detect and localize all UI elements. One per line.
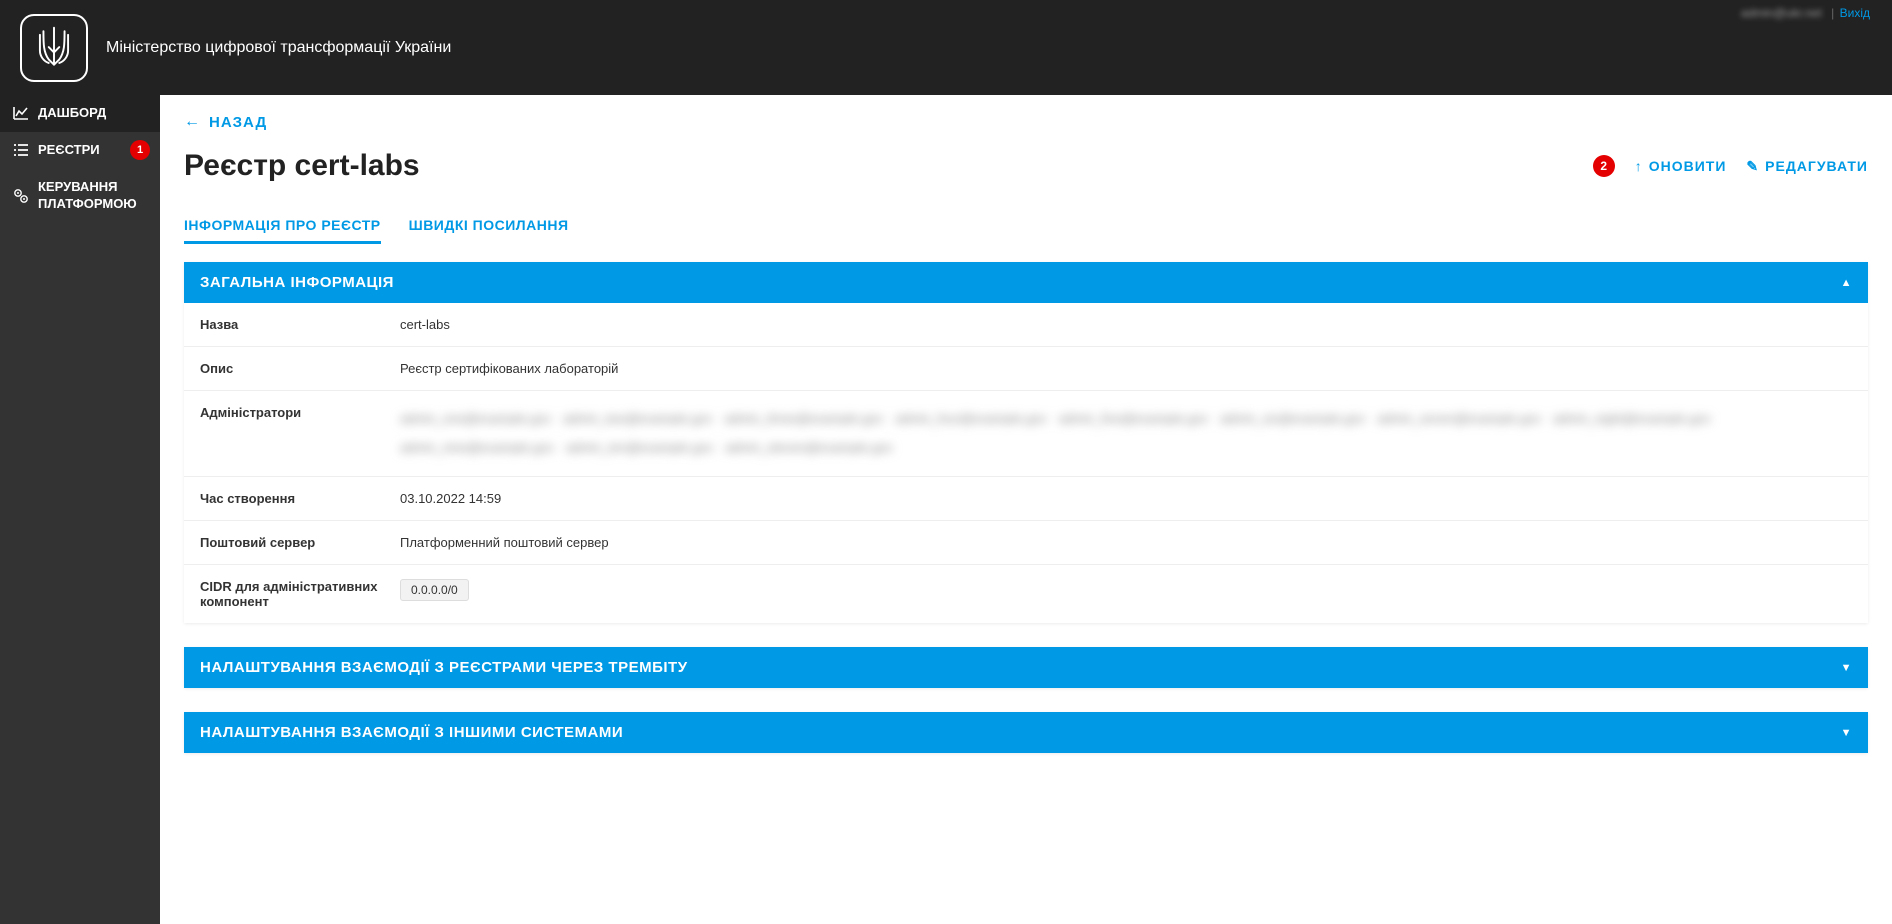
info-label: Поштовий сервер bbox=[200, 535, 400, 550]
info-label: Адміністратори bbox=[200, 405, 400, 462]
info-value: Реєстр сертифікованих лабораторій bbox=[400, 361, 1852, 376]
chart-icon bbox=[12, 106, 30, 120]
trident-icon bbox=[36, 26, 72, 70]
info-row-name: Назва cert-labs bbox=[184, 303, 1868, 347]
arrow-left-icon: ← bbox=[184, 113, 201, 131]
cidr-chip: 0.0.0.0/0 bbox=[400, 579, 469, 601]
info-value: cert-labs bbox=[400, 317, 1852, 332]
marker-2: 2 bbox=[1593, 155, 1615, 177]
sidebar-item-registries[interactable]: РЕЄСТРИ 1 bbox=[0, 132, 160, 169]
page-title: Реєстр cert-labs bbox=[184, 149, 420, 183]
tab-info[interactable]: ІНФОРМАЦІЯ ПРО РЕЄСТР bbox=[184, 209, 381, 244]
info-label: Час створення bbox=[200, 491, 400, 506]
edit-label: РЕДАГУВАТИ bbox=[1765, 158, 1868, 174]
info-row-mail: Поштовий сервер Платформенний поштовий с… bbox=[184, 521, 1868, 565]
info-value: 03.10.2022 14:59 bbox=[400, 491, 1852, 506]
panel-title: ЗАГАЛЬНА ІНФОРМАЦІЯ bbox=[200, 274, 394, 291]
info-value: Платформенний поштовий сервер bbox=[400, 535, 1852, 550]
panel-trembita-header[interactable]: НАЛАШТУВАННЯ ВЗАЄМОДІЇ З РЕЄСТРАМИ ЧЕРЕЗ… bbox=[184, 647, 1868, 688]
info-label: CIDR для адміністративних компонент bbox=[200, 579, 400, 609]
header-user-block: admin@ukr.net | Вихід bbox=[1741, 6, 1870, 20]
panel-general: ЗАГАЛЬНА ІНФОРМАЦІЯ ▲ Назва cert-labs Оп… bbox=[184, 262, 1868, 623]
back-label: НАЗАД bbox=[209, 114, 267, 131]
logo bbox=[20, 14, 88, 82]
chevron-up-icon: ▲ bbox=[1841, 277, 1852, 289]
info-value: 0.0.0.0/0 bbox=[400, 579, 1852, 609]
sidebar-item-label: ДАШБОРД bbox=[38, 105, 148, 122]
info-value: admin_one@example.gov admin_two@example.… bbox=[400, 405, 1852, 462]
panel-trembita: НАЛАШТУВАННЯ ВЗАЄМОДІЇ З РЕЄСТРАМИ ЧЕРЕЗ… bbox=[184, 647, 1868, 688]
sidebar-item-platform[interactable]: КЕРУВАННЯ ПЛАТФОРМОЮ bbox=[0, 169, 160, 223]
sidebar-item-dashboard[interactable]: ДАШБОРД bbox=[0, 95, 160, 132]
panel-other-header[interactable]: НАЛАШТУВАННЯ ВЗАЄМОДІЇ З ІНШИМИ СИСТЕМАМ… bbox=[184, 712, 1868, 753]
page-header: Реєстр cert-labs 2 ↑ ОНОВИТИ ✎ РЕДАГУВАТ… bbox=[184, 149, 1868, 183]
pencil-icon: ✎ bbox=[1746, 158, 1759, 175]
info-row-created: Час створення 03.10.2022 14:59 bbox=[184, 477, 1868, 521]
panel-other: НАЛАШТУВАННЯ ВЗАЄМОДІЇ З ІНШИМИ СИСТЕМАМ… bbox=[184, 712, 1868, 753]
header-title: Міністерство цифрової трансформації Укра… bbox=[106, 39, 451, 57]
panel-title: НАЛАШТУВАННЯ ВЗАЄМОДІЇ З РЕЄСТРАМИ ЧЕРЕЗ… bbox=[200, 659, 688, 676]
info-row-desc: Опис Реєстр сертифікованих лабораторій bbox=[184, 347, 1868, 391]
info-label: Опис bbox=[200, 361, 400, 376]
chevron-down-icon: ▼ bbox=[1841, 727, 1852, 739]
header: Міністерство цифрової трансформації Укра… bbox=[0, 0, 1892, 95]
refresh-button[interactable]: ↑ ОНОВИТИ bbox=[1635, 158, 1727, 174]
sidebar-item-label: КЕРУВАННЯ ПЛАТФОРМОЮ bbox=[38, 179, 148, 213]
tabs: ІНФОРМАЦІЯ ПРО РЕЄСТР ШВИДКІ ПОСИЛАННЯ bbox=[184, 209, 1868, 244]
gear-icon bbox=[12, 188, 30, 204]
header-username: admin@ukr.net bbox=[1741, 6, 1822, 20]
list-icon bbox=[12, 143, 30, 157]
separator: | bbox=[1831, 6, 1834, 20]
info-row-cidr: CIDR для адміністративних компонент 0.0.… bbox=[184, 565, 1868, 623]
panel-general-header[interactable]: ЗАГАЛЬНА ІНФОРМАЦІЯ ▲ bbox=[184, 262, 1868, 303]
chevron-down-icon: ▼ bbox=[1841, 662, 1852, 674]
info-label: Назва bbox=[200, 317, 400, 332]
back-button[interactable]: ← НАЗАД bbox=[184, 113, 267, 131]
refresh-label: ОНОВИТИ bbox=[1649, 158, 1727, 174]
panel-general-body: Назва cert-labs Опис Реєстр сертифікован… bbox=[184, 303, 1868, 623]
panel-title: НАЛАШТУВАННЯ ВЗАЄМОДІЇ З ІНШИМИ СИСТЕМАМ… bbox=[200, 724, 623, 741]
arrow-up-icon: ↑ bbox=[1635, 158, 1643, 174]
admins-blurred: admin_one@example.gov admin_two@example.… bbox=[400, 405, 1852, 462]
sidebar: ДАШБОРД РЕЄСТРИ 1 КЕРУВАННЯ ПЛАТФОРМОЮ bbox=[0, 95, 160, 924]
page-actions: 2 ↑ ОНОВИТИ ✎ РЕДАГУВАТИ bbox=[1593, 155, 1868, 177]
main-content: ← НАЗАД Реєстр cert-labs 2 ↑ ОНОВИТИ ✎ Р… bbox=[160, 95, 1892, 924]
logout-link[interactable]: Вихід bbox=[1840, 6, 1870, 20]
info-row-admins: Адміністратори admin_one@example.gov adm… bbox=[184, 391, 1868, 477]
edit-button[interactable]: ✎ РЕДАГУВАТИ bbox=[1746, 158, 1868, 175]
tab-links[interactable]: ШВИДКІ ПОСИЛАННЯ bbox=[409, 209, 569, 244]
